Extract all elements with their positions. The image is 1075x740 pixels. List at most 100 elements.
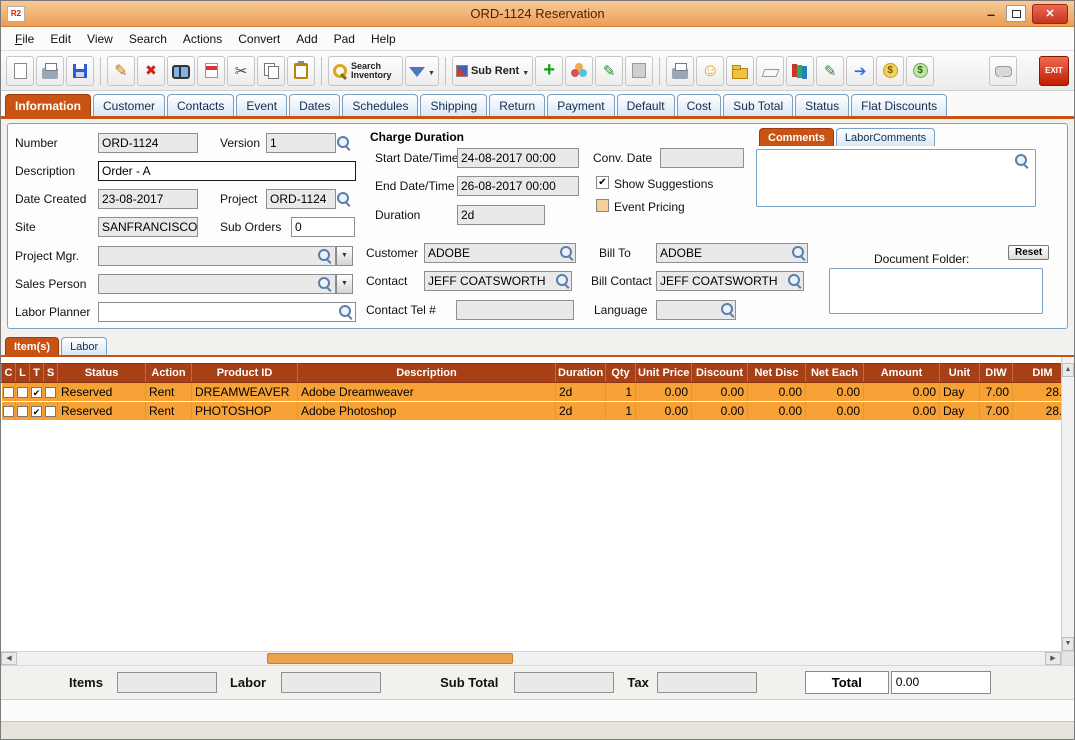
close-button[interactable]	[1032, 3, 1068, 24]
filter-dropdown-button[interactable]	[405, 55, 439, 86]
kit-button[interactable]	[565, 55, 594, 86]
comments-search-icon[interactable]	[1014, 153, 1029, 168]
clear-button[interactable]	[756, 55, 785, 86]
show-suggestions-checkbox[interactable]: ✔	[596, 176, 609, 189]
exit-button[interactable]: EXIT	[1039, 55, 1069, 86]
tab-dates[interactable]: Dates	[289, 94, 341, 116]
conv-date-field[interactable]	[660, 148, 744, 168]
feedback-button[interactable]	[696, 55, 725, 86]
cell-product-id[interactable]: PHOTOSHOP	[191, 401, 298, 421]
delete-button[interactable]	[137, 55, 165, 86]
tab-information[interactable]: Information	[5, 94, 91, 116]
copy-button[interactable]	[257, 55, 285, 86]
cell-dim[interactable]: 28.0	[1012, 401, 1061, 421]
tab-cost[interactable]: Cost	[676, 94, 722, 116]
bill-to-field[interactable]: ADOBE	[656, 243, 808, 263]
scroll-up-icon[interactable]: ▲	[1062, 363, 1074, 377]
tab-event[interactable]: Event	[236, 94, 288, 116]
cell-action[interactable]: Rent	[145, 401, 192, 421]
scroll-down-icon[interactable]: ▼	[1062, 637, 1074, 651]
cell-net-disc[interactable]: 0.00	[747, 401, 806, 421]
horizontal-scroll-thumb[interactable]	[267, 653, 513, 664]
project-mgr-field[interactable]	[98, 246, 336, 266]
customer-field[interactable]: ADOBE	[424, 243, 576, 263]
tab-sub-total[interactable]: Sub Total	[723, 94, 794, 116]
project-search-icon[interactable]	[336, 191, 351, 206]
version-search-icon[interactable]	[336, 135, 351, 150]
version-field[interactable]: 1	[266, 133, 336, 153]
row-checkbox-c[interactable]	[2, 406, 14, 418]
cell-amount[interactable]: 0.00	[863, 382, 940, 402]
cell-dim[interactable]: 28.0	[1012, 382, 1061, 402]
menu-actions[interactable]: Actions	[175, 29, 230, 49]
tab-default[interactable]: Default	[616, 94, 675, 116]
cell-unit[interactable]: Day	[939, 401, 980, 421]
tab-flat-discounts[interactable]: Flat Discounts	[851, 94, 948, 116]
col-header-status[interactable]: Status	[57, 363, 146, 383]
col-header-qty[interactable]: Qty	[605, 363, 636, 383]
row-checkbox-t[interactable]: ✔	[31, 406, 42, 418]
project-mgr-dropdown[interactable]	[336, 246, 353, 266]
cut-button[interactable]	[227, 55, 255, 86]
col-header-unit-price[interactable]: Unit Price	[635, 363, 692, 383]
cell-product-id[interactable]: DREAMWEAVER	[191, 382, 298, 402]
maximize-button[interactable]	[1006, 5, 1026, 22]
menu-pad[interactable]: Pad	[326, 29, 363, 49]
print-button[interactable]	[36, 55, 64, 86]
cell-unit[interactable]: Day	[939, 382, 980, 402]
menu-search[interactable]: Search	[121, 29, 175, 49]
menu-view[interactable]: View	[79, 29, 121, 49]
document-folder-box[interactable]	[829, 268, 1043, 314]
bill-to-search-icon[interactable]	[791, 245, 806, 260]
row-checkbox-l[interactable]	[17, 406, 28, 418]
customer-search-icon[interactable]	[559, 245, 574, 260]
cell-duration[interactable]: 2d	[555, 382, 606, 402]
cell-description[interactable]: Adobe Photoshop	[297, 401, 556, 421]
date-created-field[interactable]: 23-08-2017	[98, 189, 198, 209]
tab-status[interactable]: Status	[795, 94, 850, 116]
cell-qty[interactable]: 1	[605, 401, 636, 421]
col-header-discount[interactable]: Discount	[691, 363, 748, 383]
project-field[interactable]: ORD-1124	[266, 189, 336, 209]
row-checkbox-c[interactable]	[2, 387, 14, 399]
scroll-left-icon[interactable]: ◀	[1, 652, 17, 665]
col-header-unit[interactable]: Unit	[939, 363, 980, 383]
sales-person-field[interactable]	[98, 274, 336, 294]
col-header-description[interactable]: Description	[297, 363, 556, 383]
sub-rent-button[interactable]: Sub Rent	[451, 55, 534, 86]
tab-contacts[interactable]: Contacts	[167, 94, 235, 116]
vertical-scrollbar[interactable]: ▲ ▼	[1061, 357, 1074, 651]
notes-button[interactable]	[197, 55, 225, 86]
contact-field[interactable]: JEFF COATSWORTH	[424, 271, 572, 291]
labor-planner-search-icon[interactable]	[338, 304, 353, 319]
horizontal-scrollbar[interactable]: ◀ ▶	[1, 651, 1074, 665]
end-date-field[interactable]: 26-08-2017 00:00	[457, 176, 579, 196]
paste-button[interactable]	[287, 55, 315, 86]
cell-diw[interactable]: 7.00	[979, 401, 1013, 421]
cell-net-each[interactable]: 0.00	[805, 382, 864, 402]
pad-button[interactable]	[625, 55, 654, 86]
app-icon[interactable]: R2	[7, 5, 25, 22]
col-header-duration[interactable]: Duration	[555, 363, 606, 383]
tab-labor[interactable]: Labor	[61, 337, 108, 355]
bill-contact-search-icon[interactable]	[787, 273, 802, 288]
cell-discount[interactable]: 0.00	[691, 401, 748, 421]
edit-note-button[interactable]	[595, 55, 624, 86]
col-header-amount[interactable]: Amount	[863, 363, 940, 383]
site-field[interactable]: SANFRANCISCO	[98, 217, 198, 237]
cell-amount[interactable]: 0.00	[863, 401, 940, 421]
pricing-button[interactable]	[876, 55, 905, 86]
col-header-net-each[interactable]: Net Each	[805, 363, 864, 383]
scroll-right-icon[interactable]: ▶	[1045, 652, 1061, 665]
save-button[interactable]	[66, 55, 94, 86]
search-inventory-button[interactable]: Search Inventory	[328, 55, 403, 86]
sales-person-dropdown[interactable]	[336, 274, 353, 294]
find-button[interactable]	[167, 55, 195, 86]
cell-description[interactable]: Adobe Dreamweaver	[297, 382, 556, 402]
checkout-folder-button[interactable]	[726, 55, 755, 86]
cell-action[interactable]: Rent	[145, 382, 192, 402]
col-header-diw[interactable]: DIW	[979, 363, 1013, 383]
print-preview-button[interactable]	[666, 55, 695, 86]
menu-convert[interactable]: Convert	[230, 29, 288, 49]
cell-unit-price[interactable]: 0.00	[635, 382, 692, 402]
